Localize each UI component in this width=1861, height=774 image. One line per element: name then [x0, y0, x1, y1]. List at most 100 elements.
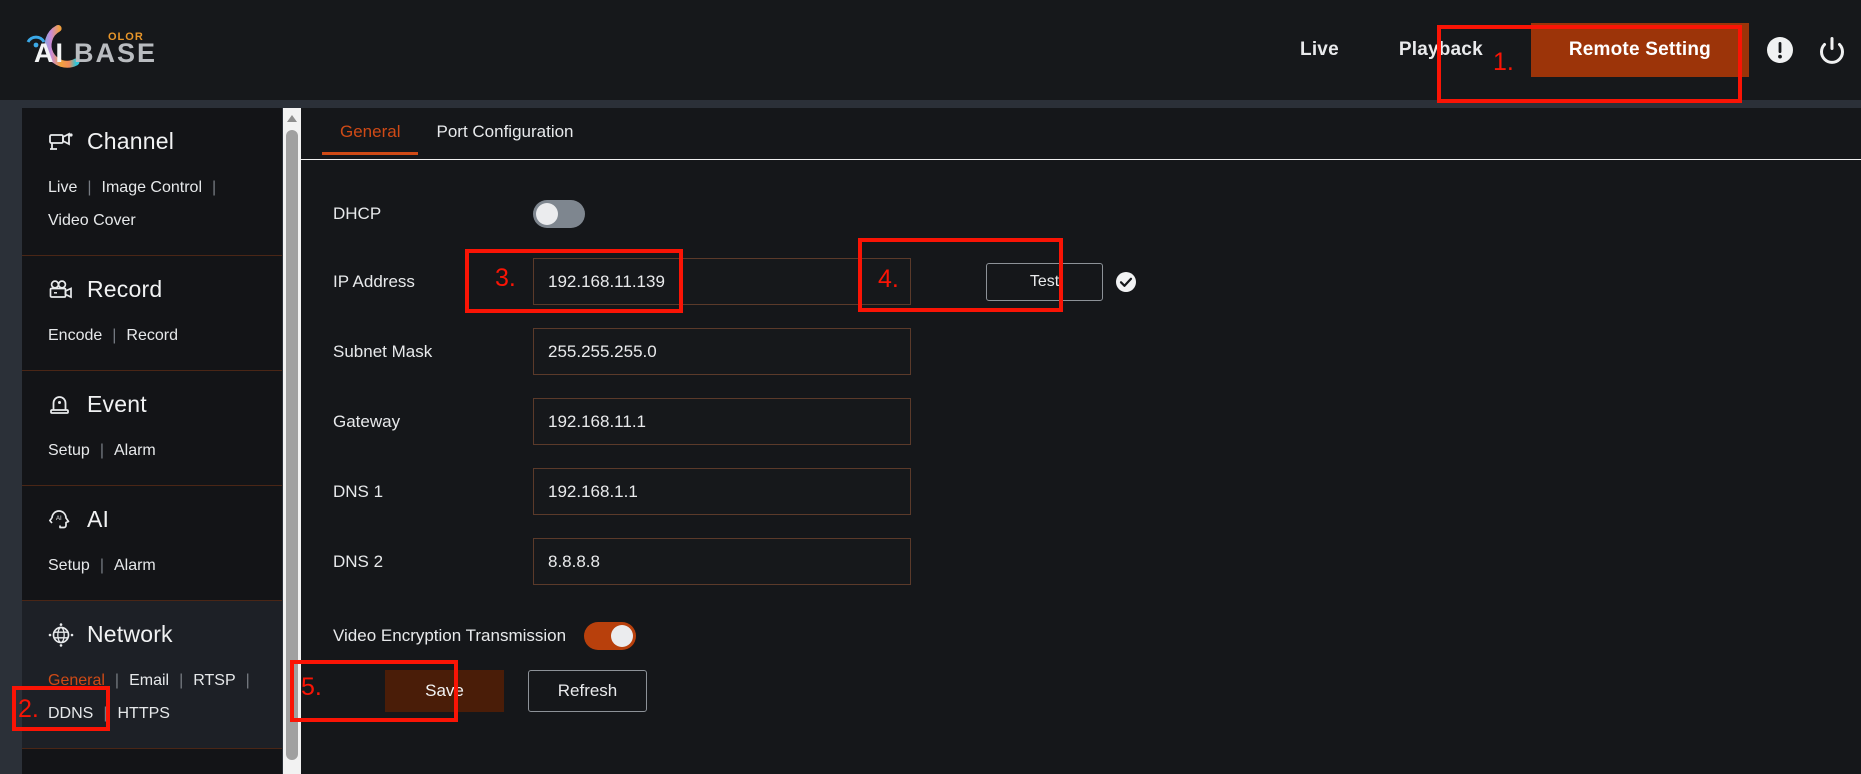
- aibase-colorful-logo: AI BASE OLOR: [20, 18, 160, 80]
- save-button[interactable]: Save: [385, 670, 504, 712]
- dns1-label: DNS 1: [333, 481, 384, 501]
- remote-setting-button[interactable]: Remote Setting: [1530, 23, 1749, 77]
- sidebar-item-event-setup[interactable]: Setup: [48, 434, 90, 467]
- dhcp-toggle-knob: [536, 203, 558, 225]
- sidebar-item-network-email[interactable]: Email: [129, 664, 169, 697]
- power-icon[interactable]: [1817, 35, 1847, 65]
- sidebar-group-network: Network General | Email | RTSP | DDNS | …: [22, 601, 282, 749]
- scroll-up-arrow-glyph: [287, 114, 297, 122]
- gateway-row: Gateway: [333, 398, 1861, 445]
- sidebar-separator: |: [99, 442, 104, 459]
- sidebar-item-network-https[interactable]: HTTPS: [118, 697, 170, 730]
- sidebar-item-network-rtsp[interactable]: RTSP: [193, 664, 235, 697]
- sidebar-item-network-ddns[interactable]: DDNS: [48, 697, 93, 730]
- sidebar-group-record-label: Record: [87, 276, 163, 302]
- check-circle-icon: [1116, 271, 1136, 292]
- exclamation-circle-icon[interactable]: [1765, 35, 1795, 65]
- gateway-input[interactable]: [533, 398, 911, 445]
- sidebar-group-channel-links: Live | Image Control | Video Cover: [22, 169, 282, 255]
- sidebar-scrollbar[interactable]: [283, 108, 301, 774]
- sidebar-item-network-general[interactable]: General: [48, 664, 105, 697]
- sidebar-separator: |: [87, 179, 92, 196]
- tab-general[interactable]: General: [322, 108, 419, 155]
- dhcp-toggle[interactable]: [533, 200, 585, 228]
- sidebar-separator: |: [245, 672, 250, 689]
- sidebar-group-record-header[interactable]: Record: [22, 256, 282, 317]
- subnet-mask-row: Subnet Mask: [333, 328, 1861, 375]
- form-action-buttons: Save Refresh: [333, 670, 1861, 712]
- dns2-row: DNS 2: [333, 538, 1861, 585]
- sidebar-group-ai-links: Setup | Alarm: [22, 547, 282, 600]
- dns2-label: DNS 2: [333, 551, 384, 571]
- sidebar-group-network-label: Network: [87, 621, 173, 647]
- video-encryption-label: Video Encryption Transmission: [333, 626, 567, 645]
- sidebar-separator: |: [179, 672, 184, 689]
- sidebar-group-event: Event Setup | Alarm: [22, 371, 282, 486]
- ai-head-icon: AI: [48, 509, 70, 528]
- scroll-up-arrow-icon[interactable]: [283, 110, 301, 126]
- page-body: Channel Live | Image Control | Video Cov…: [0, 100, 1861, 774]
- vertical-scroll-thumb[interactable]: [286, 130, 298, 760]
- svg-text:AI: AI: [56, 516, 62, 522]
- ip-address-label: IP Address: [333, 271, 415, 291]
- video-encryption-row: Video Encryption Transmission: [333, 608, 1861, 650]
- nav-live[interactable]: Live: [1270, 0, 1369, 100]
- dhcp-label: DHCP: [333, 204, 382, 223]
- alarm-siren-icon: [50, 395, 69, 414]
- dns1-input[interactable]: [533, 468, 911, 515]
- sidebar-group-ai-header[interactable]: AI AI: [22, 486, 282, 547]
- logo-svg: AI BASE OLOR: [26, 24, 155, 68]
- content-panel: General Port Configuration DHCP IP Addre…: [301, 108, 1861, 774]
- sidebar-group-channel-header[interactable]: Channel: [22, 108, 282, 169]
- sidebar-group-record-links: Encode | Record: [22, 317, 282, 370]
- sidebar-group-record: Record Encode | Record: [22, 256, 282, 371]
- app-header: AI BASE OLOR Live Playback Remote Settin…: [0, 0, 1861, 100]
- sidebar-separator: |: [99, 557, 104, 574]
- subnet-mask-input[interactable]: [533, 328, 911, 375]
- sidebar-group-ai-label: AI: [87, 506, 110, 532]
- sidebar-item-ai-alarm[interactable]: Alarm: [114, 549, 156, 582]
- sidebar: Channel Live | Image Control | Video Cov…: [22, 108, 282, 774]
- sidebar-item-video-cover[interactable]: Video Cover: [48, 204, 136, 237]
- refresh-button[interactable]: Refresh: [528, 670, 647, 712]
- remote-setting-page: AI BASE OLOR Live Playback Remote Settin…: [0, 0, 1861, 774]
- sidebar-group-ai: AI AI Setup | Alarm: [22, 486, 282, 601]
- network-general-form: DHCP IP Address Test Subnet Mask: [301, 160, 1861, 712]
- sidebar-group-network-links: General | Email | RTSP | DDNS | HTTPS: [22, 662, 282, 748]
- sidebar-group-event-links: Setup | Alarm: [22, 432, 282, 485]
- video-encryption-toggle[interactable]: [584, 622, 637, 650]
- sidebar-group-event-header[interactable]: Event: [22, 371, 282, 432]
- header-nav: Live Playback Remote Setting: [1270, 0, 1749, 100]
- sidebar-group-channel-label: Channel: [87, 128, 175, 154]
- subnet-mask-label: Subnet Mask: [333, 341, 433, 361]
- sidebar-separator: |: [103, 705, 108, 722]
- sidebar-group-network-header[interactable]: Network: [22, 601, 282, 662]
- dhcp-row: DHCP: [333, 196, 1861, 232]
- sidebar-item-record[interactable]: Record: [126, 319, 178, 352]
- test-button[interactable]: Test: [986, 262, 1103, 301]
- dns1-row: DNS 1: [333, 468, 1861, 515]
- sidebar-separator: |: [212, 179, 217, 196]
- sidebar-item-live[interactable]: Live: [48, 171, 77, 204]
- dns2-input[interactable]: [533, 538, 911, 585]
- nav-playback[interactable]: Playback: [1369, 0, 1513, 100]
- sidebar-item-ai-setup[interactable]: Setup: [48, 549, 90, 582]
- content-tabs: General Port Configuration: [301, 108, 1861, 160]
- sidebar-separator: |: [112, 327, 117, 344]
- gateway-label: Gateway: [333, 411, 401, 431]
- sidebar-item-image-control[interactable]: Image Control: [102, 171, 203, 204]
- sidebar-group-event-label: Event: [87, 391, 147, 417]
- sidebar-item-event-alarm[interactable]: Alarm: [114, 434, 156, 467]
- video-encryption-toggle-knob: [611, 625, 634, 647]
- globe-network-icon: [48, 622, 74, 647]
- svg-text:OLOR: OLOR: [108, 31, 144, 43]
- camera-icon: [49, 132, 73, 150]
- svg-text:AI: AI: [34, 38, 65, 68]
- ip-address-input[interactable]: [533, 258, 911, 305]
- sidebar-group-channel: Channel Live | Image Control | Video Cov…: [22, 108, 282, 256]
- sidebar-separator: |: [114, 672, 120, 689]
- sidebar-item-encode[interactable]: Encode: [48, 319, 102, 352]
- ip-address-row: IP Address Test: [333, 258, 1861, 305]
- tab-port-configuration[interactable]: Port Configuration: [418, 108, 591, 154]
- header-icon-group: [1765, 0, 1847, 100]
